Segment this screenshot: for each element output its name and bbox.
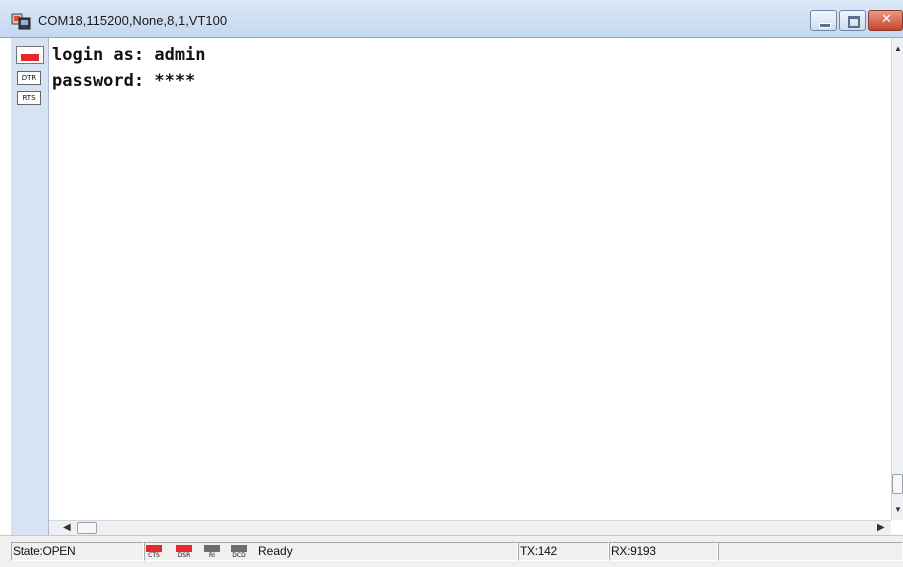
dcd-led: DCD [231, 545, 247, 560]
dsr-led-label: DSR [177, 552, 191, 559]
minimize-button[interactable] [810, 10, 837, 31]
state-panel: State:OPEN [11, 542, 144, 561]
ready-status: Ready [258, 544, 293, 558]
close-icon: ✕ [881, 12, 892, 27]
connection-toggle-button[interactable] [16, 46, 44, 64]
ri-led-label: RI [209, 552, 215, 559]
rx-panel: RX:9193 [609, 542, 718, 561]
signal-toolbar: DTR RTS [11, 38, 49, 535]
app-icon [11, 13, 31, 30]
dcd-led-indicator [231, 545, 247, 552]
rts-button[interactable]: RTS [17, 91, 41, 105]
cts-led: CTS [146, 545, 162, 560]
window-title: COM18,115200,None,8,1,VT100 [38, 13, 228, 28]
scroll-up-icon[interactable]: ▲ [892, 44, 903, 53]
scroll-down-icon[interactable]: ▼ [892, 505, 903, 514]
scroll-left-icon[interactable]: ◀ [63, 522, 71, 533]
vertical-scrollbar[interactable]: ▲ ▼ [891, 38, 903, 520]
dtr-button[interactable]: DTR [17, 71, 41, 85]
ri-led-indicator [204, 545, 220, 552]
cts-led-indicator [146, 545, 162, 552]
dsr-led: DSR [176, 545, 192, 560]
horizontal-scroll-thumb[interactable] [77, 522, 97, 534]
cts-led-label: CTS [148, 552, 160, 559]
state-text: State:OPEN [13, 544, 76, 558]
maximize-button[interactable] [839, 10, 866, 31]
title-bar: COM18,115200,None,8,1,VT100 ✕ [0, 0, 903, 38]
dcd-led-label: DCD [232, 552, 246, 559]
dsr-led-indicator [176, 545, 192, 552]
rx-count: RX:9193 [611, 544, 656, 558]
signal-leds-panel: CTS DSR RI DCD Ready [144, 542, 518, 561]
vertical-scroll-thumb[interactable] [892, 474, 903, 494]
status-bar: State:OPEN CTS DSR RI DCD Ready TX:142 R… [0, 535, 903, 567]
ri-led: RI [204, 545, 220, 560]
tx-panel: TX:142 [518, 542, 609, 561]
scroll-right-icon[interactable]: ▶ [877, 522, 885, 533]
status-empty-panel [718, 542, 903, 561]
terminal-line: password: **** [52, 71, 196, 91]
tx-count: TX:142 [520, 544, 557, 558]
terminal-output[interactable]: login as: admin password: **** [49, 38, 891, 520]
close-button[interactable]: ✕ [868, 10, 903, 31]
terminal-line: login as: admin [52, 45, 206, 65]
horizontal-scrollbar[interactable]: ◀ ▶ [49, 520, 891, 535]
